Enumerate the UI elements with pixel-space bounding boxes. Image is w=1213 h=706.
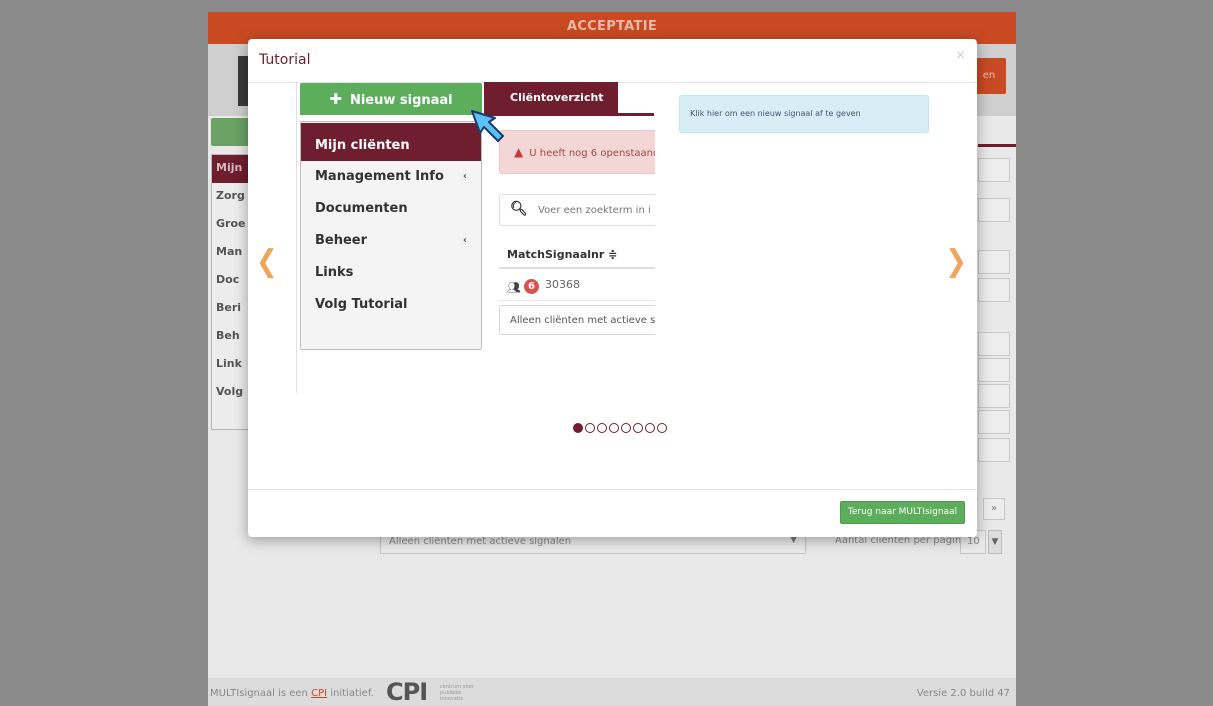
table-row-divider [499,300,655,301]
carousel-dot[interactable] [597,423,607,433]
carousel-prev-icon[interactable]: ❮ [256,245,278,280]
tutorial-modal: Tutorial × ❮ ❯ ✚ Nieuw signaal Mijn cliën… [248,39,977,537]
column-header-match[interactable]: Match [507,248,545,261]
modal-footer-divider [248,489,977,490]
plus-icon: ✚ [329,90,342,108]
carousel-dot[interactable] [585,423,595,433]
users-icon: 👥︎ [507,281,521,294]
carousel-dot[interactable] [633,423,643,433]
carousel-dot[interactable] [645,423,655,433]
back-to-multisignaal-button[interactable]: Terug naar MULTIsignaal [840,501,965,524]
new-signal-button[interactable]: ✚ Nieuw signaal [300,83,482,115]
new-signal-label: Nieuw signaal [349,93,453,108]
pointer-arrow-icon [471,110,504,142]
sidebar-item-beheer[interactable]: Beheer ‹ [301,225,481,257]
sidebar-item-my-clients[interactable]: Mijn cliënten [301,123,481,161]
slide-divider [296,83,297,393]
column-header-signaalnr[interactable]: Signaalnr ≑ [545,248,617,261]
carousel-dot[interactable] [573,423,583,433]
modal-title: Tutorial [259,52,311,68]
search-box: 🔍︎ [499,194,655,226]
sidebar-item-label: Management Info [315,169,444,184]
sidebar-item-management-info[interactable]: Management Info ‹ [301,161,481,193]
chevron-left-icon: ‹ [462,171,467,182]
sidebar-item-follow-tutorial[interactable]: Volg Tutorial [301,289,481,321]
sidebar-item-label: Documenten [315,201,408,216]
match-count-badge: 6 [523,279,539,294]
match-cell: 👥︎ 6 [507,276,539,295]
active-signals-filter[interactable]: Alleen cliënten met actieve sig [499,305,655,335]
search-input[interactable] [538,195,655,225]
warning-icon: ▲ [514,145,524,159]
sidebar-menu: Mijn cliënten Management Info ‹ Document… [300,121,482,350]
sidebar-item-label: Volg Tutorial [315,297,408,312]
warning-alert: ▲ U heeft nog 6 openstaand [499,130,655,174]
alert-text: U heeft nog 6 openstaand [529,148,655,159]
tab-underline [484,113,654,116]
sidebar-item-documents[interactable]: Documenten [301,193,481,225]
carousel-dot[interactable] [621,423,631,433]
sidebar-item-label: Links [315,265,354,280]
table-header-divider [499,267,655,269]
signaalnr-cell[interactable]: 30368 [545,278,580,291]
chevron-left-icon: ‹ [462,235,467,246]
close-icon[interactable]: × [955,48,966,63]
carousel-dot[interactable] [609,423,619,433]
sidebar-item-links[interactable]: Links [301,257,481,289]
carousel-next-icon[interactable]: ❯ [945,245,967,280]
carousel-dot[interactable] [657,423,667,433]
carousel-indicators [573,423,669,433]
search-icon[interactable]: 🔍︎ [510,201,528,217]
tutorial-hint: Klik hier om een nieuw signaal af te gev… [679,95,929,133]
sidebar-item-label: Beheer [315,233,368,248]
